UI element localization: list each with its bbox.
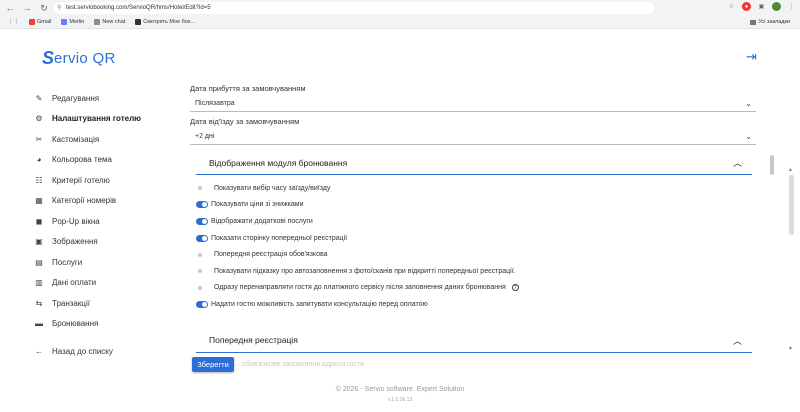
booking-options-list: Показувати вибір часу заїзду/виїзду Пока…	[190, 180, 756, 313]
option-prereg-page[interactable]: Показати сторінку попередньої реєстрації	[196, 230, 756, 247]
page-scrollbar[interactable]	[789, 175, 794, 235]
option-checkin-time[interactable]: Показувати вибір часу заїзду/виїзду	[196, 180, 756, 197]
sidebar-item-customization[interactable]: ✂ Кастомізація	[34, 129, 174, 150]
chevron-up-icon: ︿	[732, 158, 742, 168]
sidebar-item-edit[interactable]: ✎ Редагування	[34, 88, 174, 109]
reload-icon[interactable]: ↻	[37, 1, 51, 15]
arrival-label: Дата прибуття за замовчуванням	[190, 84, 306, 93]
arrow-left-icon: ←	[35, 346, 43, 356]
toggle-switch[interactable]	[196, 185, 208, 192]
toggle-switch[interactable]	[196, 300, 208, 308]
payment-icon: ▥	[35, 278, 43, 288]
chevron-down-icon: ⌄	[745, 99, 752, 108]
option-prereg-required[interactable]: Попередня реєстрація обов'язкова	[196, 246, 756, 263]
option-redirect-payment[interactable]: Одразу перенаправляти гостя до платіжног…	[196, 280, 756, 297]
departure-select[interactable]: +2 дні ⌄	[190, 129, 756, 145]
sidebar-item-hotel-settings[interactable]: ⚙ Налаштування готелю	[34, 109, 174, 130]
pencil-icon: ✎	[35, 93, 43, 103]
toggle-switch[interactable]	[196, 251, 208, 258]
apps-icon[interactable]: ⋮⋮	[8, 19, 19, 25]
toggle-switch[interactable]	[196, 234, 208, 242]
site-info-icon[interactable]: ⚲	[57, 4, 61, 11]
bookmark-gmail[interactable]: Gmail	[29, 19, 51, 25]
sidebar-item-bookings[interactable]: ▬ Бронювання	[34, 314, 174, 335]
address-bar[interactable]: ⚲ test.serviobooking.com/ServioQR/hms/Ho…	[54, 2, 654, 14]
version-label: v.1.5.36.13	[387, 397, 413, 403]
prereg-option-faded: ...обов'язкове заповнення адреси гостя	[236, 361, 364, 368]
tags-icon: ▦	[35, 196, 43, 206]
chevron-up-icon: ︿	[732, 335, 742, 346]
list-icon: ☷	[35, 175, 43, 185]
services-icon: ▤	[35, 257, 43, 267]
all-bookmarks[interactable]: Усі закладки	[750, 19, 790, 25]
arrival-select[interactable]: Післязавтра ⌄	[190, 96, 756, 112]
sidebar-item-color-theme[interactable]: ◕ Кольорова тема	[34, 150, 174, 171]
toggle-switch[interactable]	[196, 217, 208, 225]
palette-icon: ◕	[36, 155, 42, 165]
bookmark-watch[interactable]: Смотреть Мое бох...	[135, 19, 195, 25]
option-discount-prices[interactable]: Показувати ціни зі знижками	[196, 197, 756, 214]
footer-copyright: © 2026 - Servio software. Expert Solutio…	[335, 386, 465, 393]
avatar[interactable]	[772, 2, 781, 11]
bookmarks-bar: ⋮⋮ Gmail Merlin New chat Смотреть Мое бо…	[0, 16, 800, 29]
content-scrollbar[interactable]	[770, 155, 774, 175]
prereg-section-header[interactable]: Попередня реєстрація ︿	[196, 329, 752, 353]
toggle-switch[interactable]	[196, 268, 208, 275]
sidebar-item-popup[interactable]: ◼ Pop-Up вікна	[34, 211, 174, 232]
settings-form: Дата прибуття за замовчуванням Післязавт…	[190, 84, 756, 353]
browser-toolbar: ← → ↻ ⚲ test.serviobooking.com/ServioQR/…	[0, 0, 800, 16]
back-arrow-icon[interactable]: ←	[3, 1, 17, 15]
sidebar: ✎ Редагування ⚙ Налаштування готелю ✂ Касто…	[34, 88, 174, 362]
comment-icon: ◼	[35, 216, 43, 226]
folder-icon	[750, 19, 757, 25]
help-icon[interactable]: ?	[511, 284, 519, 292]
sidebar-item-transactions[interactable]: ⇆ Транзакції	[34, 293, 174, 314]
url-text: test.serviobooking.com/ServioQR/hms/Hote…	[66, 5, 211, 11]
bookmark-merlin[interactable]: Merlin	[61, 19, 84, 25]
wrench-icon: ✂	[35, 134, 43, 144]
sidebar-item-payment[interactable]: ▥ Дані оплати	[34, 273, 174, 294]
menu-dots-icon[interactable]: ⋮	[787, 2, 796, 11]
back-to-list-link[interactable]: ← Назад до списку	[34, 341, 174, 362]
departure-label: Дата від'їзду за замовчуванням	[190, 117, 300, 126]
image-icon: ▣	[35, 237, 43, 247]
option-consultation[interactable]: Надати гостю можливість запитувати консу…	[196, 296, 756, 313]
booking-module-section-header[interactable]: Відображення модуля бронювання ︿	[196, 151, 752, 175]
transactions-icon: ⇆	[35, 298, 43, 308]
sidebar-item-hotel-criteria[interactable]: ☷ Критерії готелю	[34, 170, 174, 191]
forward-arrow-icon[interactable]: →	[20, 1, 34, 15]
sidebar-item-services[interactable]: ▤ Послуги	[34, 252, 174, 273]
star-icon[interactable]: ☆	[727, 2, 736, 11]
scroll-down-arrow-icon[interactable]: ▼	[788, 346, 793, 352]
puzzle-icon[interactable]: ▣	[757, 2, 766, 11]
save-button[interactable]: Зберегти	[192, 357, 234, 372]
sidebar-item-images[interactable]: ▣ Зображення	[34, 232, 174, 253]
option-autofill-hint[interactable]: Показувати підказку про автозаповнення з…	[196, 263, 756, 280]
extension-icon[interactable]: ●	[742, 2, 751, 11]
toggle-switch[interactable]	[196, 201, 208, 209]
toggle-switch[interactable]	[196, 284, 208, 291]
gear-icon: ⚙	[35, 114, 43, 124]
bookmark-new-chat[interactable]: New chat	[94, 19, 125, 25]
option-extra-services[interactable]: Відображати додаткові послуги	[196, 213, 756, 230]
servio-logo[interactable]: Servio QR	[42, 48, 116, 69]
scroll-up-arrow-icon[interactable]: ▲	[788, 167, 793, 173]
logout-icon[interactable]: ⇥	[746, 49, 757, 65]
sidebar-item-room-categories[interactable]: ▦ Категорії номерів	[34, 191, 174, 212]
bed-icon: ▬	[35, 319, 43, 329]
chevron-down-icon: ⌄	[745, 132, 752, 141]
